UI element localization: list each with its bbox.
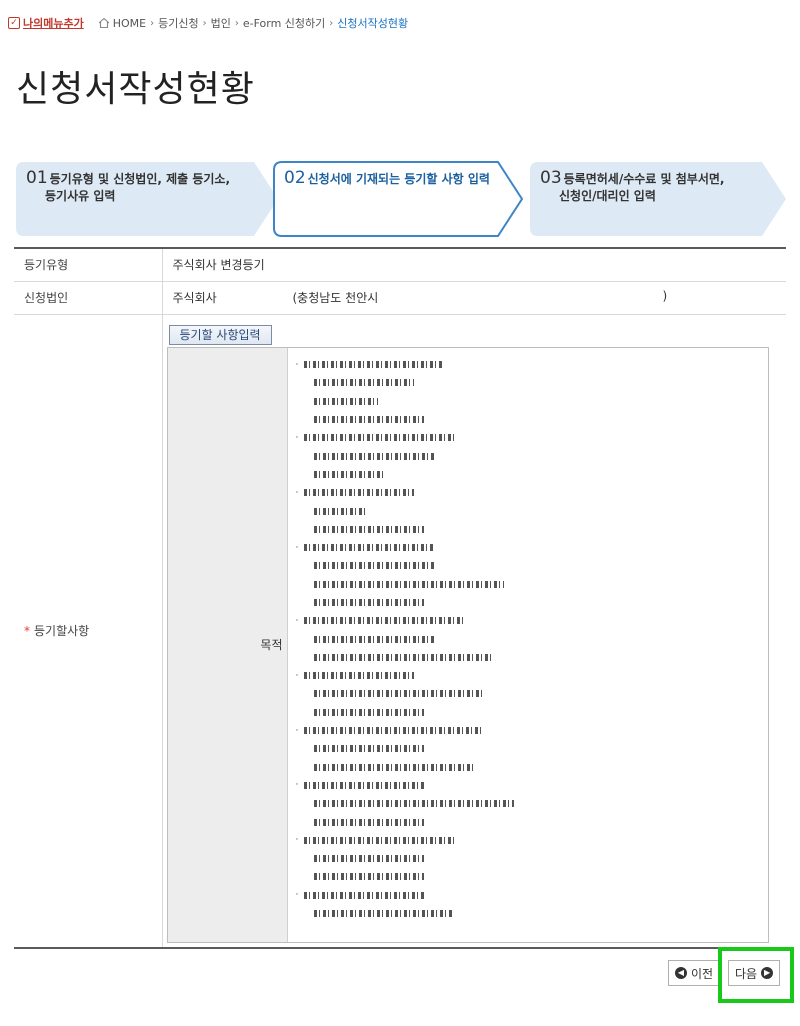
next-button[interactable]: 다음 ▶ [728,960,781,986]
purpose-line [296,630,768,648]
purpose-line [296,374,768,392]
add-my-menu-label: 나의메뉴추가 [23,17,84,30]
purpose-line [296,703,768,721]
prev-button[interactable]: ◀ 이전 [668,960,721,986]
required-mark: * [24,624,30,639]
purpose-line [296,520,768,538]
step-3-label-line2: 신청인/대리인 입력 [559,189,656,203]
purpose-line: · [296,831,768,849]
arrow-left-icon: ◀ [675,967,687,979]
purpose-line [296,447,768,465]
purpose-line [296,795,768,813]
items-label-cell: * 등기할사항 [14,314,163,948]
purpose-line: · [296,429,768,447]
corp-value: 주식회사 (충청남도 천안시 ) [162,281,786,315]
purpose-line [296,758,768,776]
next-label: 다음 [735,966,758,981]
purpose-line [296,410,768,428]
step-2-number: 02 [284,168,306,188]
step-1-label-line2: 등기사유 입력 [45,189,116,203]
type-value: 주식회사 변경등기 [162,248,786,282]
purpose-line: · [296,886,768,904]
step-1-label-line1: 등기유형 및 신청법인, 제출 등기소, [49,172,231,186]
step-2: 02 신청서에 기재되는 등기할 사항 입력 [272,160,526,238]
purpose-line [296,557,768,575]
chevron-right-icon: › [234,17,239,29]
corp-location: (충청남도 천안시 [292,291,379,305]
input-items-button[interactable]: 등기할 사항입력 [168,324,272,345]
nav-buttons: ◀ 이전 [668,960,721,986]
chevron-right-icon: › [150,17,155,29]
purpose-label: 목적 [167,347,288,942]
purpose-line: · [296,776,768,794]
breadcrumb-registration[interactable]: 등기신청 [158,15,198,31]
breadcrumb: HOME › 등기신청 › 법인 › e-Form 신청하기 › 신청서작성현황 [98,15,408,31]
items-cell: 등기할 사항입력 목적 · · · · · · · · · · [162,314,786,948]
step-3: 03 등록면허세/수수료 및 첨부서면, 신청인/대리인 입력 [528,160,790,238]
purpose-line [296,648,768,666]
purpose-line [296,575,768,593]
purpose-line: · [296,721,768,739]
purpose-line [296,904,768,922]
purpose-box: 목적 · · · · · · · · · · [166,346,769,943]
purpose-line [296,502,768,520]
purpose-line [296,685,768,703]
purpose-line: · [296,356,768,374]
top-bar: ✓ 나의메뉴추가 HOME › 등기신청 › 법인 › e-Form 신청하기 … [8,12,408,34]
purpose-line [296,593,768,611]
table-row: * 등기할사항 등기할 사항입력 목적 · · · · · · · · · · [14,314,786,948]
breadcrumb-corporation[interactable]: 법인 [211,15,231,31]
table-row: 등기유형 주식회사 변경등기 [14,248,786,282]
breadcrumb-eform[interactable]: e-Form 신청하기 [243,15,325,31]
arrow-right-icon: ▶ [761,967,774,979]
step-3-label-line1: 등록면허세/수수료 및 첨부서면, [563,172,725,186]
step-1-number: 01 [26,168,48,188]
step-1: 01 등기유형 및 신청법인, 제출 등기소, 등기사유 입력 [14,160,282,238]
step-indicator: 01 등기유형 및 신청법인, 제출 등기소, 등기사유 입력 02 신청서에 기재… [14,160,794,238]
add-my-menu-button[interactable]: ✓ 나의메뉴추가 [8,15,84,31]
purpose-line [296,740,768,758]
purpose-line [296,813,768,831]
purpose-line [296,392,768,410]
table-row: 신청법인 주식회사 (충청남도 천안시 ) [14,281,786,315]
items-label: 등기할사항 [34,624,90,639]
breadcrumb-home[interactable]: HOME [113,17,146,30]
chevron-right-icon: › [329,17,334,29]
purpose-line [296,465,768,483]
purpose-line [296,868,768,886]
step-3-number: 03 [540,168,562,188]
purpose-line: · [296,667,768,685]
breadcrumb-current: 신청서작성현황 [337,17,409,30]
prev-label: 이전 [691,966,714,981]
purpose-line: · [296,538,768,556]
step-2-label-line1: 신청서에 기재되는 등기할 사항 입력 [307,172,490,186]
purpose-line [296,850,768,868]
chevron-right-icon: › [202,17,207,29]
corp-kind: 주식회사 [172,291,217,305]
corp-close-paren: ) [662,289,668,303]
page-title: 신청서작성현황 [16,69,255,110]
home-icon [98,17,110,29]
purpose-line: · [296,612,768,630]
purpose-line: · [296,484,768,502]
type-label: 등기유형 [14,248,163,282]
purpose-text-area[interactable]: · · · · · · · · · · [288,348,768,942]
application-form-table: 등기유형 주식회사 변경등기 신청법인 주식회사 (충청남도 천안시 ) * 등기… [14,247,786,949]
checkbox-icon: ✓ [8,17,20,29]
corp-label: 신청법인 [14,281,163,315]
